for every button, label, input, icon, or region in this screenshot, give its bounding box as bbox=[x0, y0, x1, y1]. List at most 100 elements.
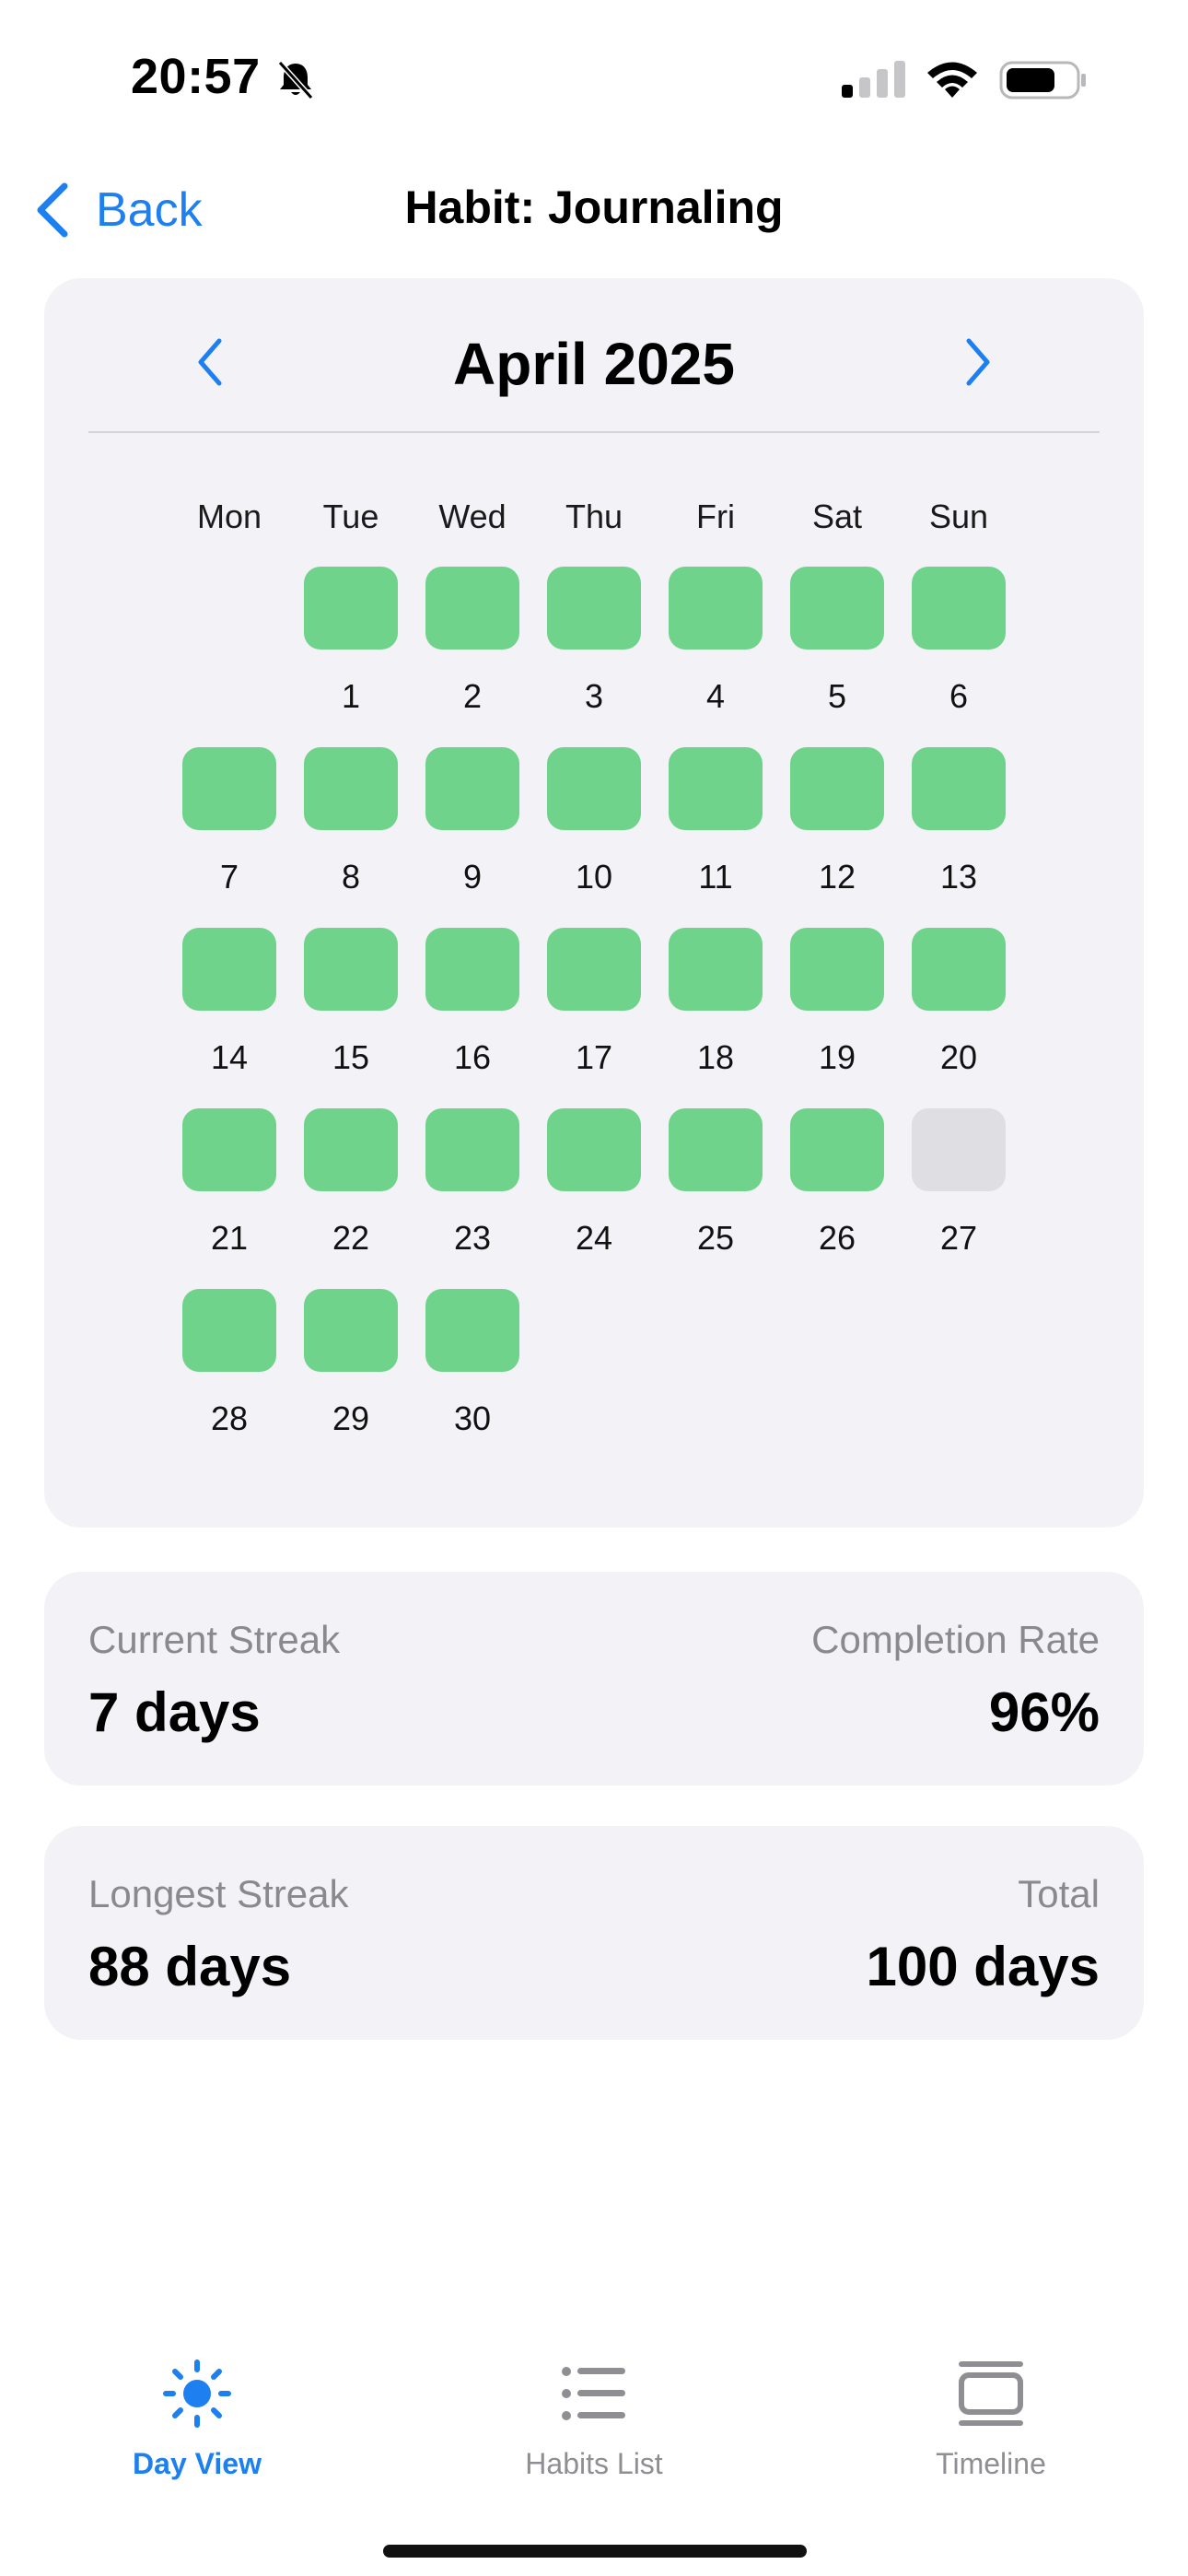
weekday-label: Tue bbox=[322, 498, 379, 535]
day-completed-cell bbox=[547, 567, 641, 650]
calendar-day[interactable]: 8 bbox=[303, 747, 399, 904]
day-number: 20 bbox=[939, 1038, 978, 1076]
day-completed-cell bbox=[912, 928, 1006, 1011]
day-number: 1 bbox=[341, 677, 361, 715]
day-number: 2 bbox=[462, 677, 483, 715]
calendar-day[interactable]: 21 bbox=[181, 1108, 277, 1265]
day-completed-cell bbox=[547, 1108, 641, 1191]
day-number: 18 bbox=[696, 1038, 735, 1076]
calendar-day[interactable]: 1 bbox=[303, 567, 399, 723]
day-number: 10 bbox=[575, 858, 613, 896]
day-completed-cell bbox=[669, 928, 763, 1011]
streak-stats-card: Current Streak 7 days Completion Rate 96… bbox=[44, 1572, 1144, 1786]
calendar-day[interactable]: 5 bbox=[789, 567, 885, 723]
day-completed-cell bbox=[304, 1108, 398, 1191]
calendar-day[interactable]: 7 bbox=[181, 747, 277, 904]
day-number: 29 bbox=[332, 1399, 370, 1437]
current-streak-value: 7 days bbox=[88, 1681, 261, 1743]
day-completed-cell bbox=[304, 747, 398, 830]
day-completed-cell bbox=[182, 928, 276, 1011]
day-number: 19 bbox=[818, 1038, 856, 1076]
weekday-label: Wed bbox=[438, 498, 507, 535]
day-completed-cell bbox=[912, 747, 1006, 830]
day-number: 28 bbox=[210, 1399, 249, 1437]
day-completed-cell bbox=[425, 928, 519, 1011]
next-month-button[interactable] bbox=[960, 335, 996, 389]
day-number: 16 bbox=[453, 1038, 492, 1076]
calendar-day[interactable]: 22 bbox=[303, 1108, 399, 1265]
day-number: 25 bbox=[696, 1219, 735, 1257]
calendar-day[interactable]: 26 bbox=[789, 1108, 885, 1265]
day-number: 15 bbox=[332, 1038, 370, 1076]
calendar-day[interactable]: 12 bbox=[789, 747, 885, 904]
day-completed-cell bbox=[182, 747, 276, 830]
calendar-day[interactable]: 4 bbox=[668, 567, 763, 723]
day-number: 17 bbox=[575, 1038, 613, 1076]
calendar-day[interactable]: 9 bbox=[425, 747, 520, 904]
calendar-day[interactable]: 28 bbox=[181, 1289, 277, 1446]
tab-day-view[interactable]: Day View bbox=[59, 2359, 335, 2497]
day-number: 9 bbox=[462, 858, 483, 896]
calendar-day[interactable]: 29 bbox=[303, 1289, 399, 1446]
day-completed-cell bbox=[912, 567, 1006, 650]
day-completed-cell bbox=[790, 567, 884, 650]
calendar-day[interactable]: 20 bbox=[911, 928, 1007, 1084]
weekday-header: Mon Tue Wed Thu Fri Sat Sun bbox=[44, 498, 1144, 544]
calendar-day[interactable]: 27 bbox=[911, 1108, 1007, 1265]
calendar-day[interactable]: 25 bbox=[668, 1108, 763, 1265]
day-number: 23 bbox=[453, 1219, 492, 1257]
tab-habits-list[interactable]: Habits List bbox=[456, 2359, 732, 2497]
list-icon bbox=[562, 2367, 625, 2420]
calendar-day[interactable]: 6 bbox=[911, 567, 1007, 723]
day-number: 13 bbox=[939, 858, 978, 896]
day-number: 7 bbox=[219, 858, 239, 896]
day-completed-cell bbox=[425, 1289, 519, 1372]
tab-day-view-label: Day View bbox=[133, 2447, 262, 2480]
longest-streak-value: 88 days bbox=[88, 1936, 292, 1997]
calendar-day[interactable]: 3 bbox=[546, 567, 642, 723]
calendar-day[interactable]: 13 bbox=[911, 747, 1007, 904]
status-time: 20:57 bbox=[131, 49, 261, 104]
divider bbox=[88, 431, 1100, 433]
day-number: 11 bbox=[698, 858, 733, 896]
calendar-day[interactable]: 23 bbox=[425, 1108, 520, 1265]
day-completed-cell bbox=[425, 1108, 519, 1191]
day-completed-cell bbox=[304, 567, 398, 650]
timeline-icon bbox=[959, 2361, 1023, 2426]
day-completed-cell bbox=[669, 1108, 763, 1191]
home-indicator bbox=[383, 2545, 807, 2558]
calendar-day[interactable]: 17 bbox=[546, 928, 642, 1084]
calendar-day[interactable]: 18 bbox=[668, 928, 763, 1084]
calendar-day[interactable]: 30 bbox=[425, 1289, 520, 1446]
calendar-day[interactable]: 11 bbox=[668, 747, 763, 904]
day-number: 4 bbox=[705, 677, 726, 715]
day-completed-cell bbox=[304, 1289, 398, 1372]
calendar-card: April 2025 Mon Tue Wed Thu Fri Sat Sun 1234567… bbox=[44, 278, 1144, 1528]
day-number: 22 bbox=[332, 1219, 370, 1257]
previous-month-button[interactable] bbox=[192, 335, 228, 389]
day-number: 8 bbox=[341, 858, 361, 896]
totals-stats-card: Longest Streak 88 days Total 100 days bbox=[44, 1826, 1144, 2040]
tab-timeline[interactable]: Timeline bbox=[853, 2359, 1129, 2497]
day-completed-cell bbox=[425, 747, 519, 830]
sun-icon bbox=[163, 2359, 231, 2428]
tab-timeline-label: Timeline bbox=[936, 2447, 1046, 2480]
calendar-day[interactable]: 14 bbox=[181, 928, 277, 1084]
current-streak-label: Current Streak bbox=[88, 1618, 341, 1661]
total-label: Total bbox=[1018, 1872, 1100, 1915]
calendar-day[interactable]: 19 bbox=[789, 928, 885, 1084]
day-missed-cell bbox=[912, 1108, 1006, 1191]
calendar-day[interactable]: 16 bbox=[425, 928, 520, 1084]
battery-icon bbox=[999, 61, 1086, 100]
calendar-day[interactable]: 24 bbox=[546, 1108, 642, 1265]
day-completed-cell bbox=[669, 567, 763, 650]
calendar-day[interactable]: 15 bbox=[303, 928, 399, 1084]
wifi-icon bbox=[927, 62, 977, 98]
calendar-day[interactable]: 2 bbox=[425, 567, 520, 723]
day-number: 12 bbox=[818, 858, 856, 896]
calendar-day[interactable]: 10 bbox=[546, 747, 642, 904]
weekday-label: Thu bbox=[565, 498, 623, 535]
day-number: 26 bbox=[818, 1219, 856, 1257]
day-completed-cell bbox=[182, 1289, 276, 1372]
day-number: 21 bbox=[210, 1219, 249, 1257]
